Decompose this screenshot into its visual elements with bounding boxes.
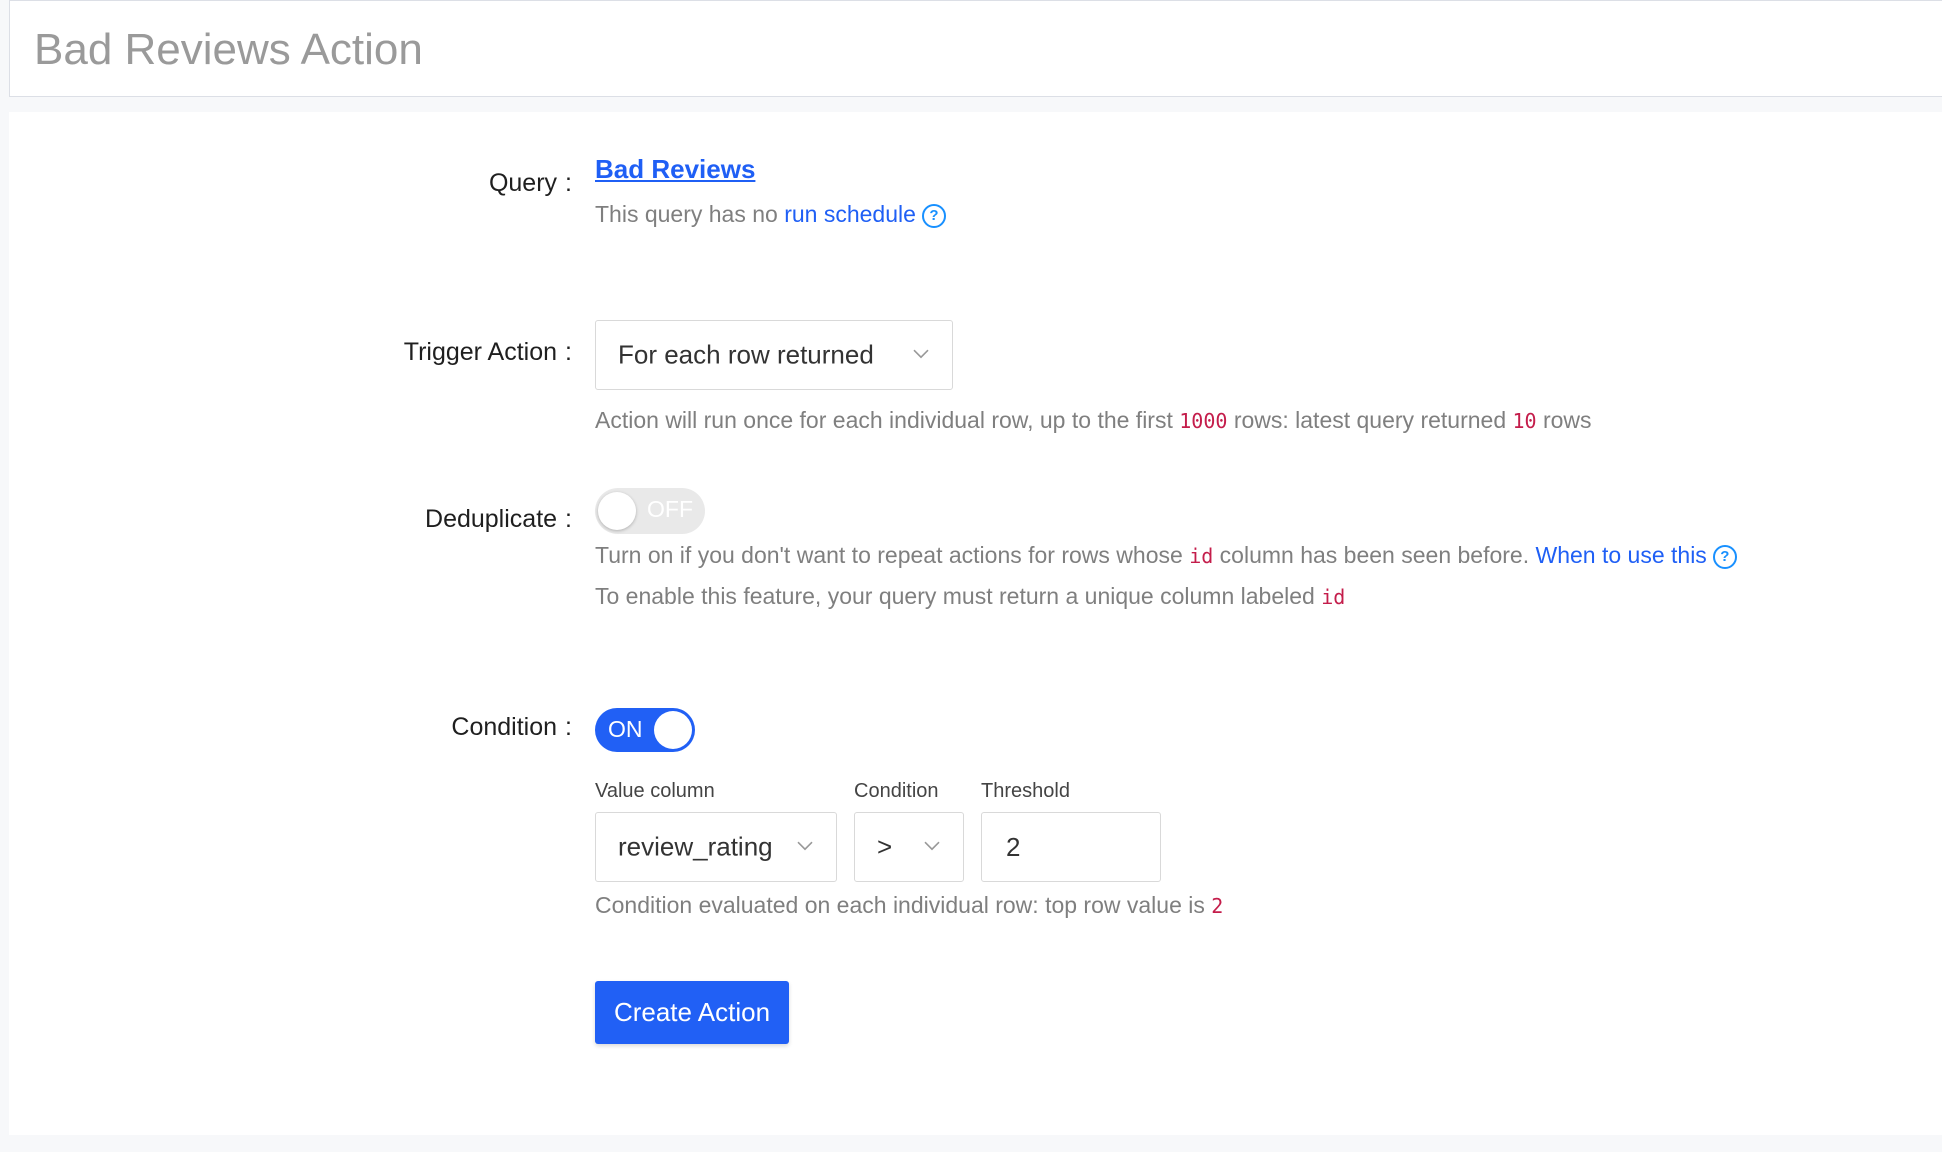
chevron-down-icon	[924, 841, 940, 851]
toggle-text: ON	[608, 716, 643, 742]
action-form-card: Query: Bad Reviews This query has no run…	[9, 112, 1942, 1135]
value-column-label: Value column	[595, 780, 715, 802]
deduplicate-description: Turn on if you don't want to repeat acti…	[595, 542, 1737, 569]
page-header: Bad Reviews Action	[9, 0, 1942, 97]
threshold-input[interactable]	[981, 812, 1161, 882]
condition-label: Condition:	[451, 713, 572, 741]
trigger-action-value: For each row returned	[618, 339, 874, 370]
id-code: id	[1321, 585, 1346, 609]
toggle-text: OFF	[647, 496, 693, 522]
help-icon[interactable]: ?	[1712, 545, 1737, 569]
trigger-action-label: Trigger Action:	[403, 338, 572, 366]
help-icon[interactable]: ?	[921, 204, 946, 228]
run-schedule-link[interactable]: run schedule	[784, 201, 916, 227]
id-code: id	[1189, 544, 1214, 568]
when-to-use-link[interactable]: When to use this	[1536, 542, 1707, 568]
operator-value: >	[877, 831, 893, 862]
query-link[interactable]: Bad Reviews	[595, 154, 755, 185]
deduplicate-requirement: To enable this feature, your query must …	[595, 583, 1346, 609]
chevron-down-icon	[797, 841, 813, 851]
operator-select[interactable]: >	[854, 812, 964, 882]
condition-description: Condition evaluated on each individual r…	[595, 892, 1224, 918]
condition-toggle[interactable]: ON	[595, 708, 695, 752]
toggle-knob	[654, 711, 692, 749]
value-column-value: review_rating	[618, 831, 773, 862]
page-title: Bad Reviews Action	[34, 25, 423, 74]
chevron-down-icon	[913, 349, 929, 359]
threshold-label: Threshold	[981, 780, 1070, 802]
max-rows-value: 1000	[1179, 409, 1228, 433]
query-label: Query:	[488, 169, 572, 197]
schedule-note: This query has no run schedule?	[595, 201, 946, 228]
trigger-action-select[interactable]: For each row returned	[595, 320, 953, 390]
deduplicate-label: Deduplicate:	[425, 505, 572, 533]
deduplicate-toggle[interactable]: OFF	[595, 488, 705, 534]
latest-rows-value: 10	[1512, 409, 1537, 433]
trigger-description: Action will run once for each individual…	[595, 407, 1592, 433]
value-column-select[interactable]: review_rating	[595, 812, 837, 882]
create-action-button[interactable]: Create Action	[595, 981, 789, 1044]
top-row-value: 2	[1211, 894, 1224, 918]
operator-label: Condition	[854, 780, 939, 802]
toggle-knob	[598, 492, 636, 530]
